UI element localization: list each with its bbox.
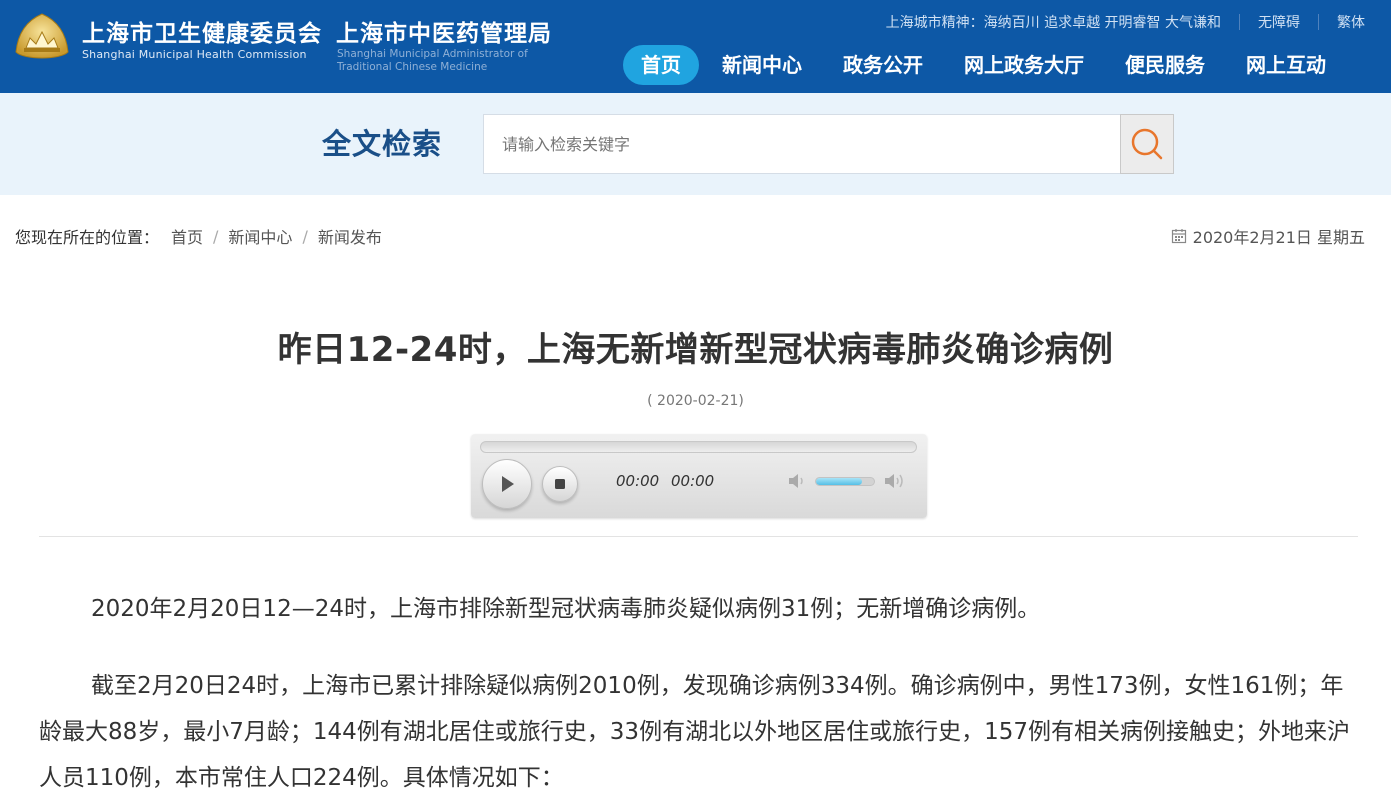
org-name-en: Shanghai Municipal Health Commission bbox=[82, 48, 307, 61]
play-button[interactable] bbox=[482, 459, 532, 509]
city-slogan: 上海城市精神：海纳百川 追求卓越 开明睿智 大气谦和 bbox=[885, 15, 1221, 31]
stop-icon bbox=[555, 479, 565, 489]
top-links: 上海城市精神：海纳百川 追求卓越 开明睿智 大气谦和 无障碍 繁体 bbox=[886, 12, 1365, 32]
stop-button[interactable] bbox=[542, 466, 578, 502]
search-band: 全文检索 bbox=[0, 93, 1391, 195]
audio-progress-bar[interactable] bbox=[480, 441, 917, 453]
org2-name-cn[interactable]: 上海市中医药管理局 bbox=[336, 14, 552, 48]
nav-item-home[interactable]: 首页 bbox=[623, 45, 699, 85]
traditional-chinese-link[interactable]: 繁体 bbox=[1337, 12, 1365, 32]
volume-slider[interactable] bbox=[815, 477, 875, 486]
nav-item-gov-info[interactable]: 政务公开 bbox=[825, 45, 941, 85]
site-header: 上海市卫生健康委员会 Shanghai Municipal Health Com… bbox=[0, 0, 1391, 93]
breadcrumb-news-release[interactable]: 新闻发布 bbox=[318, 224, 382, 248]
audio-duration: 00:00 bbox=[671, 472, 715, 490]
breadcrumb-home[interactable]: 首页 bbox=[171, 224, 203, 248]
accessibility-link[interactable]: 无障碍 bbox=[1258, 12, 1300, 32]
search-icon bbox=[1131, 128, 1163, 160]
play-icon bbox=[502, 476, 514, 492]
nav-item-online-hall[interactable]: 网上政务大厅 bbox=[946, 45, 1102, 85]
volume-mute-icon[interactable] bbox=[787, 471, 809, 491]
article-date: ( 2020-02-21) bbox=[647, 393, 744, 409]
article-paragraph: 截至2月20日24时，上海市已累计排除疑似病例2010例，发现确诊病例334例。… bbox=[39, 673, 1350, 791]
search-button[interactable] bbox=[1120, 114, 1174, 174]
nav-item-services[interactable]: 便民服务 bbox=[1107, 45, 1223, 85]
content-divider bbox=[39, 536, 1358, 537]
calendar-icon bbox=[1171, 229, 1186, 244]
breadcrumb: 您现在所在的位置： 首页 / 新闻中心 / 新闻发布 bbox=[15, 224, 382, 248]
date-text: 2020年2月21日 星期五 bbox=[1192, 228, 1365, 247]
audio-player: 00:00 00:00 bbox=[471, 434, 927, 518]
breadcrumb-separator: / bbox=[213, 226, 219, 246]
audio-current-time: 00:00 bbox=[616, 472, 660, 490]
main-nav: 首页 新闻中心 政务公开 网上政务大厅 便民服务 网上互动 bbox=[623, 45, 1344, 85]
divider bbox=[1318, 14, 1319, 30]
org-name-cn[interactable]: 上海市卫生健康委员会 bbox=[82, 14, 322, 48]
breadcrumb-separator: / bbox=[302, 226, 308, 246]
org2-name-en: Shanghai Municipal Administrator of Trad… bbox=[337, 48, 528, 73]
volume-max-icon[interactable] bbox=[883, 471, 909, 491]
nav-item-interaction[interactable]: 网上互动 bbox=[1228, 45, 1344, 85]
search-title: 全文检索 bbox=[322, 127, 443, 161]
search-input[interactable] bbox=[483, 114, 1121, 174]
breadcrumb-news-center[interactable]: 新闻中心 bbox=[228, 224, 292, 248]
article-title: 昨日12-24时，上海无新增新型冠状病毒肺炎确诊病例 bbox=[277, 330, 1114, 370]
article-paragraph: 2020年2月20日12—24时，上海市排除新型冠状病毒肺炎疑似病例31例；无新… bbox=[91, 596, 1041, 622]
volume-level bbox=[816, 478, 863, 485]
logo-emblem-icon[interactable] bbox=[14, 12, 70, 64]
current-date: 2020年2月21日 星期五 bbox=[1171, 224, 1365, 248]
nav-item-news[interactable]: 新闻中心 bbox=[704, 45, 820, 85]
divider bbox=[1239, 14, 1240, 30]
breadcrumb-label: 您现在所在的位置： bbox=[15, 228, 160, 247]
